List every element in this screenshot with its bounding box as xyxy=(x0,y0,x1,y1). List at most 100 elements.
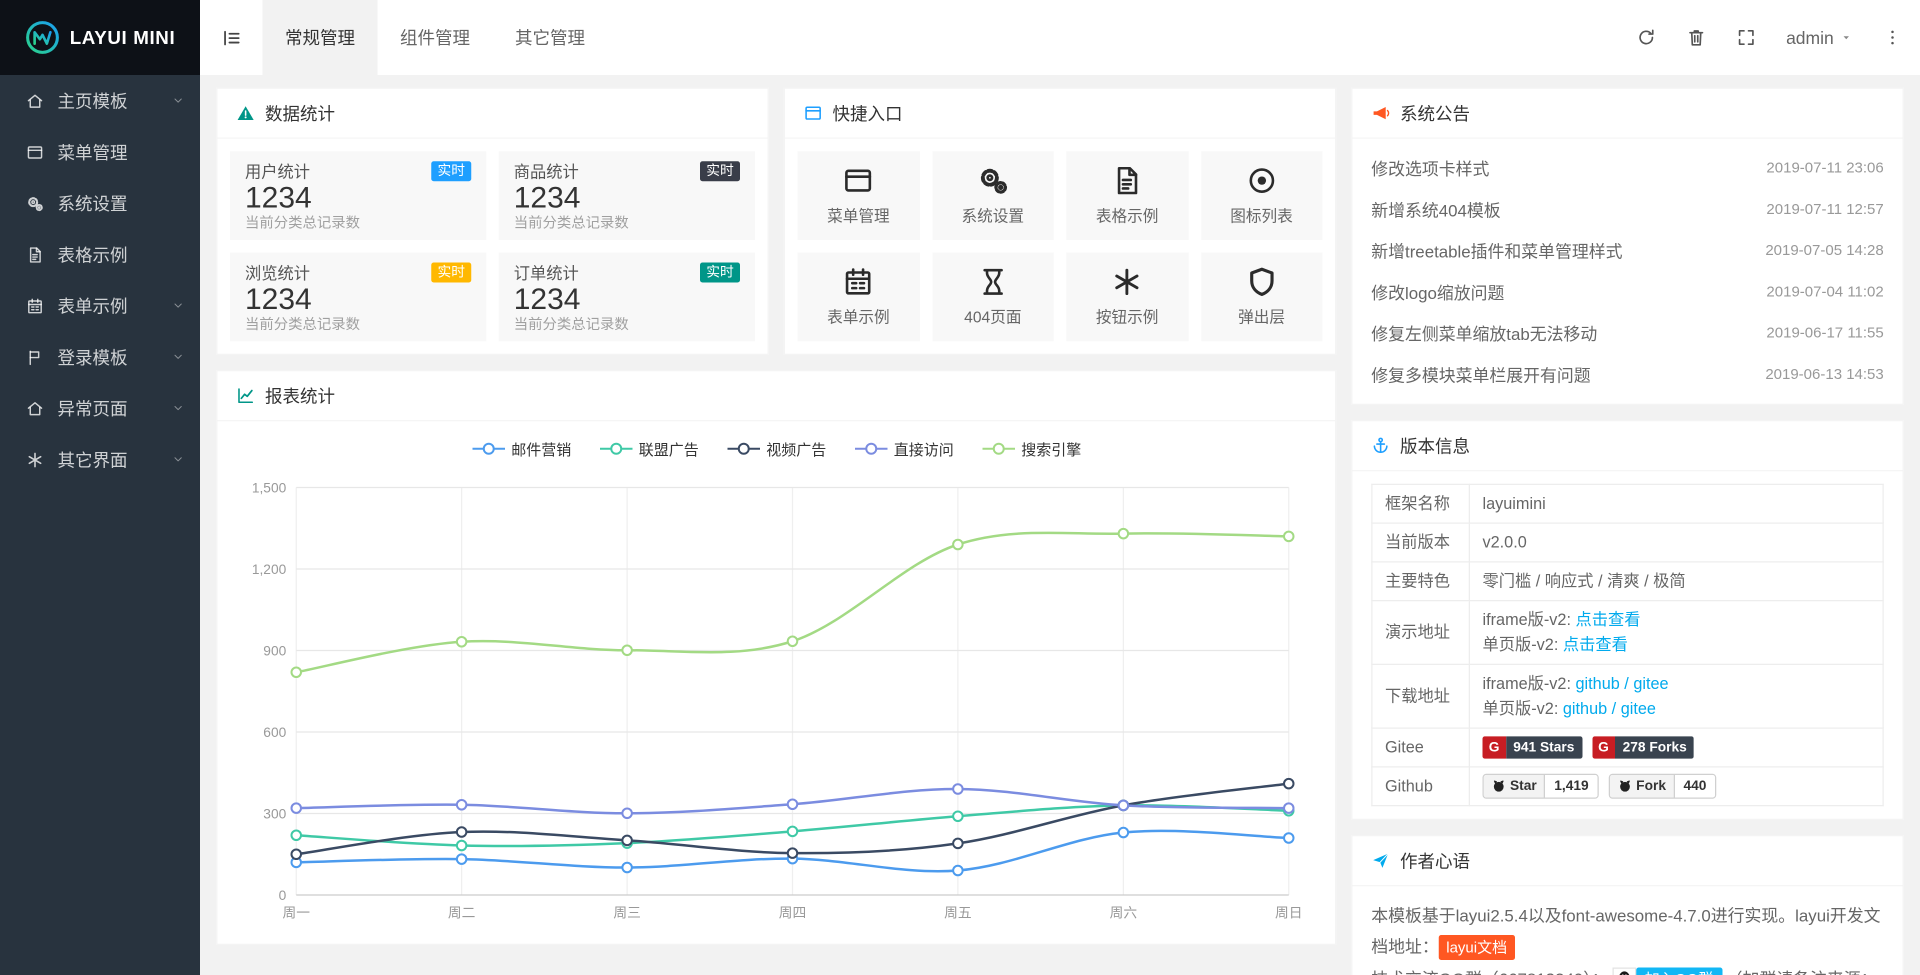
svg-text:600: 600 xyxy=(263,725,286,740)
realtime-badge: 实时 xyxy=(700,161,740,181)
legend-item[interactable]: 联盟广告 xyxy=(599,438,699,459)
join-qq-badge[interactable]: 加入QQ群 xyxy=(1612,968,1722,975)
main-content: 数据统计 用户统计实时1234当前分类总记录数商品统计实时1234当前分类总记录… xyxy=(200,75,1920,975)
version-row-label: 下载地址 xyxy=(1372,664,1470,728)
stat-value: 1234 xyxy=(514,183,740,214)
stat-value: 1234 xyxy=(245,183,471,214)
version-link[interactable]: gitee xyxy=(1621,699,1656,718)
quick-entry-图标列表[interactable]: 图标列表 xyxy=(1201,151,1323,240)
stat-label: 用户统计 xyxy=(245,159,310,183)
version-link[interactable]: 点击查看 xyxy=(1576,610,1641,629)
version-link[interactable]: github xyxy=(1563,699,1607,718)
header-tab[interactable]: 其它管理 xyxy=(493,0,608,75)
gitee-badges: G941 Stars G278 Forks xyxy=(1483,736,1871,759)
window-icon xyxy=(25,143,45,161)
quick-entry-表格示例[interactable]: 表格示例 xyxy=(1066,151,1188,240)
version-link-line: 单页版-v2: 点击查看 xyxy=(1483,633,1871,658)
clear-cache-button[interactable] xyxy=(1686,28,1706,48)
outdent-icon xyxy=(221,27,242,48)
gitee-badge[interactable]: G941 Stars xyxy=(1483,736,1582,759)
bullhorn-icon xyxy=(1371,104,1390,123)
header-tab[interactable]: 常规管理 xyxy=(263,0,378,75)
stat-caption: 当前分类总记录数 xyxy=(514,215,740,233)
version-row-value: iframe版-v2: 点击查看单页版-v2: 点击查看 xyxy=(1469,601,1883,665)
sidebar-item-label: 登录模板 xyxy=(58,344,172,369)
legend-item[interactable]: 搜索引擎 xyxy=(981,438,1081,459)
more-button[interactable] xyxy=(1883,28,1903,48)
chevron-down-icon xyxy=(171,401,185,415)
version-link[interactable]: gitee xyxy=(1633,674,1668,693)
refresh-button[interactable] xyxy=(1636,28,1656,48)
author-paragraph: 本模板基于layui2.5.4以及font-awesome-4.7.0进行实现。… xyxy=(1371,900,1884,963)
quick-grid: 菜单管理系统设置表格示例图标列表表单示例404页面按钮示例弹出层 xyxy=(785,139,1335,354)
home-icon xyxy=(25,92,45,110)
github-icon xyxy=(1491,779,1506,794)
github-badge[interactable]: Star1,419 xyxy=(1483,774,1599,799)
legend-label: 联盟广告 xyxy=(639,438,699,459)
sidebar-item-异常页面[interactable]: 异常页面 xyxy=(0,383,200,434)
version-row-label: 框架名称 xyxy=(1372,484,1470,523)
version-row-label: 当前版本 xyxy=(1372,523,1470,562)
file-icon xyxy=(1112,165,1143,196)
sidebar-item-系统设置[interactable]: 系统设置 xyxy=(0,178,200,229)
gitee-badge-label: 941 Stars xyxy=(1506,736,1582,759)
sidebar-item-菜单管理[interactable]: 菜单管理 xyxy=(0,126,200,177)
version-link[interactable]: 点击查看 xyxy=(1563,635,1628,654)
version-row-label: Github xyxy=(1372,767,1470,806)
legend-label: 直接访问 xyxy=(894,438,954,459)
announcement-item[interactable]: 新增treetable插件和菜单管理样式2019-07-05 14:28 xyxy=(1371,229,1884,270)
shield-icon xyxy=(1246,266,1277,297)
announcement-item[interactable]: 新增系统404模板2019-07-11 12:57 xyxy=(1371,188,1884,229)
header-tabs: 常规管理组件管理其它管理 xyxy=(263,0,608,75)
stat-caption: 当前分类总记录数 xyxy=(245,316,471,334)
quick-entry-表单示例[interactable]: 表单示例 xyxy=(798,253,920,342)
legend-marker-icon xyxy=(981,441,1016,456)
sidebar-item-登录模板[interactable]: 登录模板 xyxy=(0,331,200,382)
announcement-text: 修改选项卡样式 xyxy=(1371,154,1751,179)
chart-area: 03006009001,2001,500周一周二周三周四周五周六周日 xyxy=(218,460,1336,933)
legend-label: 视频广告 xyxy=(766,438,826,459)
sidebar-item-表格示例[interactable]: 表格示例 xyxy=(0,229,200,280)
announcement-date: 2019-07-11 23:06 xyxy=(1766,158,1883,176)
announcement-date: 2019-06-13 14:53 xyxy=(1765,364,1883,382)
stat-value: 1234 xyxy=(245,284,471,315)
stat-label: 浏览统计 xyxy=(245,260,310,284)
legend-item[interactable]: 直接访问 xyxy=(854,438,954,459)
realtime-badge: 实时 xyxy=(431,161,471,181)
fullscreen-button[interactable] xyxy=(1736,28,1756,48)
gears-icon xyxy=(977,165,1008,196)
legend-item[interactable]: 视频广告 xyxy=(726,438,826,459)
sidebar-item-表单示例[interactable]: 表单示例 xyxy=(0,280,200,331)
github-badge-left: Fork xyxy=(1610,775,1675,798)
layui-doc-badge[interactable]: layui文档 xyxy=(1439,935,1515,960)
quick-entry-404页面[interactable]: 404页面 xyxy=(932,253,1054,342)
announcement-item[interactable]: 修改logo缩放问题2019-07-04 11:02 xyxy=(1371,270,1884,311)
gitee-badge[interactable]: G278 Forks xyxy=(1592,736,1694,759)
sidebar-item-其它界面[interactable]: 其它界面 xyxy=(0,434,200,485)
version-link[interactable]: github xyxy=(1576,674,1620,693)
sidebar-menu: 主页模板菜单管理系统设置表格示例表单示例登录模板异常页面其它界面 xyxy=(0,75,200,485)
file-icon xyxy=(25,246,45,264)
sidebar-item-label: 异常页面 xyxy=(58,396,172,421)
header-tab[interactable]: 组件管理 xyxy=(378,0,493,75)
sidebar-toggle-button[interactable] xyxy=(200,0,263,75)
announcement-item[interactable]: 修改选项卡样式 2019-07-11 23:06 xyxy=(1371,146,1884,187)
announcement-item[interactable]: 修复多模块菜单栏展开有问题2019-06-13 14:53 xyxy=(1371,353,1884,394)
sidebar-item-主页模板[interactable]: 主页模板 xyxy=(0,75,200,126)
legend-item[interactable]: 邮件营销 xyxy=(471,438,571,459)
version-row-value: v2.0.0 xyxy=(1469,523,1883,562)
hourglass-icon xyxy=(977,266,1008,297)
github-badge[interactable]: Fork440 xyxy=(1609,774,1717,799)
quick-entry-菜单管理[interactable]: 菜单管理 xyxy=(798,151,920,240)
version-line-prefix: iframe版-v2: xyxy=(1483,674,1576,693)
announcement-item[interactable]: 修复左侧菜单缩放tab无法移动2019-06-17 11:55 xyxy=(1371,311,1884,352)
version-panel-header: 版本信息 xyxy=(1353,421,1903,471)
quick-entry-弹出层[interactable]: 弹出层 xyxy=(1201,253,1323,342)
author-panel-header: 作者心语 xyxy=(1353,836,1903,886)
user-menu[interactable]: admin xyxy=(1786,28,1852,48)
svg-text:0: 0 xyxy=(279,888,287,903)
legend-marker-icon xyxy=(726,441,761,456)
quick-entry-按钮示例[interactable]: 按钮示例 xyxy=(1066,253,1188,342)
quick-entry-label: 弹出层 xyxy=(1238,304,1285,328)
quick-entry-系统设置[interactable]: 系统设置 xyxy=(932,151,1054,240)
